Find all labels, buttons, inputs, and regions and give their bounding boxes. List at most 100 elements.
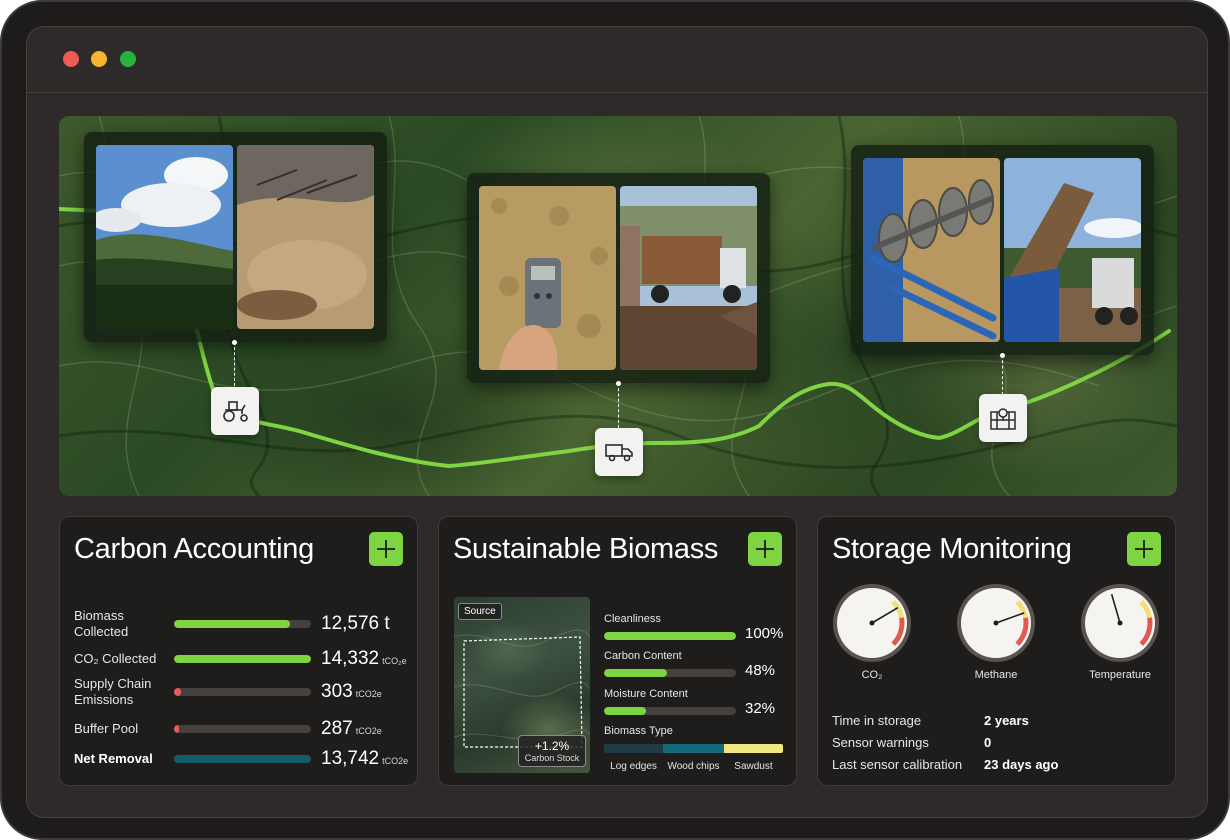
row-progress-bar	[174, 655, 311, 663]
storage-info-label: Time in storage	[832, 713, 922, 728]
row-progress-bar	[174, 688, 311, 696]
row-value-unit: tCO2e	[355, 689, 382, 699]
biomass-type-label: Biomass Type	[604, 725, 673, 737]
row-value-number: 13,742	[321, 748, 380, 769]
carbon-accounting-title: Carbon Accounting	[74, 533, 314, 565]
biomass-metric-row: Carbon Content 48%	[604, 650, 784, 680]
harvest-stop-node[interactable]	[211, 387, 259, 435]
gauge-label: Methane	[974, 669, 1018, 681]
device-frame: Carbon Accounting Biomass Collected 12,57…	[0, 0, 1230, 840]
biomass-metric-row: Cleanliness 100%	[604, 613, 784, 643]
biomass-type-segment-label: Wood chips	[667, 761, 720, 772]
gauge-dial	[957, 584, 1035, 662]
source-tag: Source	[458, 603, 502, 620]
biomass-type-segment-label: Sawdust	[734, 761, 773, 772]
supply-chain-map[interactable]	[59, 116, 1177, 496]
metric-value: 48%	[745, 662, 776, 679]
gauge-label: Temperature	[1089, 669, 1151, 681]
storage-info-value: 0	[984, 735, 992, 750]
maximize-window-button[interactable]	[120, 51, 136, 67]
gauge-label: CO₂	[861, 669, 883, 681]
biomass-type-segment-label: Log edges	[610, 761, 657, 772]
metric-label: Cleanliness	[604, 613, 661, 625]
processing-site-photo-card[interactable]	[467, 173, 770, 383]
auger-conveyor-photo	[863, 158, 1000, 342]
row-label: CO₂ Collected	[74, 651, 157, 666]
storage-gauge: CO₂	[832, 583, 912, 681]
route-connector	[618, 383, 619, 428]
storage-site-photo-card[interactable]	[851, 145, 1154, 355]
plus-icon	[756, 540, 774, 558]
row-progress-bar	[174, 620, 311, 628]
row-label: Biomass Collected	[74, 608, 129, 639]
metric-progress-bar	[604, 707, 736, 715]
row-progress-fill	[174, 725, 180, 733]
tractor-icon	[223, 401, 248, 422]
mountain-forest-photo	[96, 145, 233, 329]
app-window: Carbon Accounting Biomass Collected 12,57…	[26, 26, 1208, 818]
row-value-number: 287	[321, 718, 353, 739]
carbon-accounting-row: Biomass Collected 12,576 t	[74, 608, 404, 639]
row-progress-fill	[174, 755, 311, 763]
tipper-truck-unloading-photo	[1004, 158, 1141, 342]
storage-stop-node[interactable]	[979, 394, 1027, 442]
biomass-metric-row: Moisture Content 32%	[604, 688, 784, 718]
biomass-type-row: Biomass Type	[604, 725, 784, 737]
route-connector-dot	[1000, 353, 1005, 358]
harvest-site-photo-card[interactable]	[84, 132, 387, 342]
sustainable-biomass-add-button[interactable]	[748, 532, 782, 566]
row-value: 14,332 tCO₂e	[321, 648, 407, 670]
metric-progress-bar	[604, 632, 736, 640]
row-value-unit: tCO2e	[382, 756, 409, 766]
metric-progress-fill	[604, 632, 736, 640]
row-label: Net Removal	[74, 751, 153, 766]
row-value-unit: tCO2e	[355, 726, 382, 736]
route-connector	[1002, 355, 1003, 395]
source-area-map[interactable]: Source +1.2% Carbon Stock	[454, 597, 590, 773]
carbon-stock-value: +1.2%	[534, 739, 570, 753]
carbon-accounting-row: Supply Chain Emissions 303 tCO2e	[74, 676, 404, 707]
storage-monitoring-add-button[interactable]	[1127, 532, 1161, 566]
row-label: Buffer Pool	[74, 721, 139, 736]
carbon-stock-badge: +1.2% Carbon Stock	[518, 735, 586, 767]
sustainable-biomass-title: Sustainable Biomass	[453, 533, 719, 565]
gauge-dial	[833, 584, 911, 662]
minimize-window-button[interactable]	[91, 51, 107, 67]
metric-value: 32%	[745, 700, 776, 717]
moisture-meter-wood-chips-photo	[479, 186, 616, 370]
row-progress-bar	[174, 755, 311, 763]
harvested-ground-photo	[237, 145, 374, 329]
dump-truck-photo	[620, 186, 757, 370]
storage-info-label: Last sensor calibration	[832, 757, 963, 772]
carbon-accounting-add-button[interactable]	[369, 532, 403, 566]
row-progress-fill	[174, 655, 311, 663]
gauge-dial	[1081, 584, 1159, 662]
storage-monitoring-title: Storage Monitoring	[832, 533, 1072, 565]
window-titlebar	[27, 27, 1207, 93]
row-value-number: 14,332	[321, 648, 380, 669]
plus-icon	[377, 540, 395, 558]
route-connector-dot	[616, 381, 621, 386]
storage-info-value: 2 years	[984, 713, 1029, 728]
row-progress-bar	[174, 725, 311, 733]
row-progress-fill	[174, 620, 291, 628]
transport-stop-node[interactable]	[595, 428, 643, 476]
biomass-type-bar	[604, 744, 783, 753]
row-label: Supply Chain Emissions	[74, 676, 152, 707]
metric-label: Moisture Content	[604, 688, 688, 700]
carbon-accounting-row: CO₂ Collected 14,332 tCO₂e	[74, 644, 407, 674]
storage-info-value: 23 days ago	[984, 757, 1059, 772]
carbon-accounting-panel: Carbon Accounting Biomass Collected 12,57…	[59, 516, 418, 786]
close-window-button[interactable]	[63, 51, 79, 67]
plus-icon	[1135, 540, 1153, 558]
storage-gauge: Methane	[956, 583, 1036, 681]
row-value: 12,576 t	[321, 613, 393, 635]
metric-progress-fill	[604, 669, 668, 677]
metric-progress-bar	[604, 669, 736, 677]
biomass-type-segment	[663, 744, 724, 753]
row-value-number: 303	[321, 681, 353, 702]
metric-value: 100%	[745, 625, 784, 642]
route-connector-dot	[232, 340, 237, 345]
storage-monitoring-panel: Storage Monitoring CO₂ Methane Temperature…	[817, 516, 1176, 786]
biomass-type-segment	[604, 744, 664, 753]
